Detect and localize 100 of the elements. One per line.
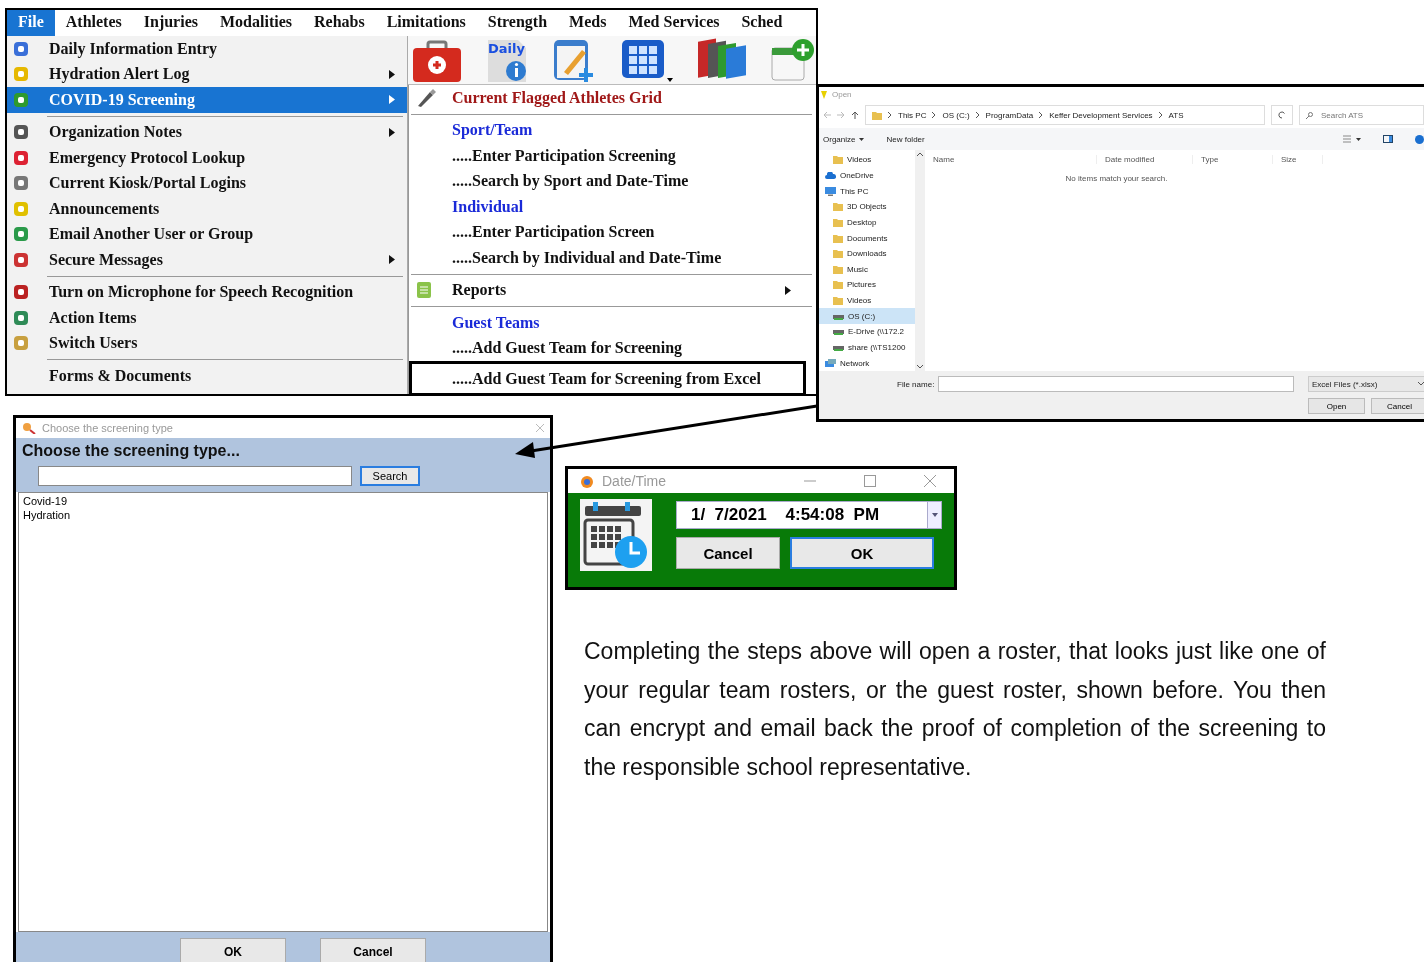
dialog-button[interactable]: OK: [790, 537, 934, 569]
breadcrumb-item[interactable]: ProgramData: [985, 110, 1034, 120]
preview-pane-icon[interactable]: [1383, 135, 1393, 143]
navigation-item[interactable]: Pictures: [819, 277, 915, 293]
search-button[interactable]: Search: [360, 466, 420, 486]
calendar-add-icon[interactable]: [770, 38, 816, 84]
menu-item[interactable]: Current Kiosk/Portal Logins: [7, 170, 407, 196]
scroll-down-icon[interactable]: [917, 365, 923, 369]
menu-bar-item[interactable]: Athletes: [54, 10, 133, 36]
menu-item[interactable]: .....Add Guest Team for Screening: [409, 335, 806, 361]
navigation-item[interactable]: Videos: [819, 292, 915, 309]
menu-item[interactable]: .....Search by Individual and Date-Time: [409, 245, 806, 271]
grid-icon[interactable]: [620, 38, 674, 84]
search-icon: [1306, 111, 1313, 119]
menu-item[interactable]: Current Flagged Athletes Grid: [409, 85, 806, 111]
menu-item[interactable]: Forms & Documents: [7, 363, 407, 389]
column-header[interactable]: Type: [1193, 154, 1273, 164]
network-icon: [825, 359, 836, 368]
menu-bar-item[interactable]: Sched: [730, 10, 794, 36]
dialog-button[interactable]: Cancel: [320, 938, 426, 962]
navigation-item[interactable]: OS (C:): [819, 308, 915, 325]
menu-item[interactable]: Switch Users: [7, 330, 407, 356]
menu-item[interactable]: Individual: [409, 194, 806, 220]
instructions-paragraph: Completing the steps above will open a roster, that looks just like one of your regular team rosters, or the guest roster, shown before. You then can encrypt and email back the proof of completion of the screening to the responsible school representative.: [584, 637, 1326, 782]
dialog-button[interactable]: OK: [180, 938, 286, 962]
menu-item[interactable]: COVID-19 Screening: [7, 87, 407, 113]
menu-bar-item[interactable]: Meds: [558, 10, 618, 36]
menu-item[interactable]: Email Another User or Group: [7, 221, 407, 247]
navigation-item[interactable]: This PC: [819, 183, 915, 199]
navigation-item[interactable]: Desktop: [819, 214, 915, 231]
column-header[interactable]: Date modified: [1097, 154, 1193, 164]
breadcrumb-item[interactable]: OS (C:): [942, 110, 970, 120]
menu-item[interactable]: Organization Notes: [7, 119, 407, 145]
breadcrumb-item[interactable]: This PC: [898, 110, 927, 120]
menu-item[interactable]: Action Items: [7, 305, 407, 331]
magnifier-icon: [22, 422, 36, 434]
navigation-item[interactable]: share (\\TS1200: [819, 339, 915, 356]
menu-item[interactable]: .....Search by Sport and Date-Time: [409, 168, 806, 194]
chevron-icon: [975, 112, 980, 118]
dialog-button[interactable]: Open: [1308, 398, 1365, 414]
back-arrow-icon[interactable]: [823, 111, 831, 119]
menu-bar-item[interactable]: Med Services: [617, 10, 731, 36]
menu-item[interactable]: Sport/Team: [409, 117, 806, 143]
toolbar-button[interactable]: New folder: [886, 134, 925, 144]
navigation-item[interactable]: Documents: [819, 230, 915, 246]
up-arrow-icon[interactable]: [851, 111, 859, 119]
menu-item[interactable]: Daily Information Entry: [7, 36, 407, 62]
maximize-icon[interactable]: [864, 475, 876, 487]
app-icon: [13, 175, 29, 192]
menu-item[interactable]: .....Enter Participation Screening: [409, 143, 806, 169]
navigation-item[interactable]: Network: [819, 355, 915, 371]
navigation-item[interactable]: Videos: [819, 152, 915, 168]
menu-bar-item[interactable]: Rehabs: [303, 10, 376, 36]
menu-bar-item[interactable]: File: [7, 10, 55, 36]
navigation-item[interactable]: 3D Objects: [819, 198, 915, 215]
menu-item[interactable]: .....Add Guest Team for Screening from Excel: [409, 361, 806, 394]
file-type-dropdown[interactable]: Excel Files (*.xlsx): [1308, 376, 1424, 392]
app-icon: [13, 335, 29, 352]
menu-item[interactable]: Secure Messages: [7, 247, 407, 273]
navigation-item[interactable]: Music: [819, 261, 915, 278]
toolbar-button[interactable]: Organize: [823, 134, 865, 144]
column-header[interactable]: Name: [925, 154, 1097, 164]
search-field[interactable]: [38, 466, 352, 486]
dropdown-icon: [931, 513, 938, 517]
breadcrumb-item[interactable]: ATS: [1168, 110, 1184, 120]
refresh-button[interactable]: [1271, 105, 1293, 125]
list-item[interactable]: Hydration: [23, 509, 543, 521]
menu-item[interactable]: Hydration Alert Log: [7, 61, 407, 87]
menu-bar-item[interactable]: Modalities: [209, 10, 303, 36]
menu-bar-item[interactable]: Strength: [476, 10, 559, 36]
forward-arrow-icon[interactable]: [837, 111, 845, 119]
scrollbar[interactable]: [915, 150, 925, 371]
menu-item[interactable]: Reports: [409, 277, 806, 303]
navigation-item[interactable]: OneDrive: [819, 167, 915, 184]
navigation-item[interactable]: E-Drive (\\172.2: [819, 324, 915, 340]
menu-item[interactable]: Turn on Microphone for Speech Recognition: [7, 279, 407, 305]
search-field[interactable]: Search ATS: [1299, 105, 1424, 125]
date-time-field[interactable]: 1/ 7/2021 4:54:08 PM: [676, 501, 942, 529]
close-icon[interactable]: [924, 475, 936, 487]
menu-bar-item[interactable]: Injuries: [132, 10, 209, 36]
dialog-button[interactable]: Cancel: [1371, 398, 1424, 414]
column-header[interactable]: Size: [1273, 154, 1323, 164]
dialog-title: Choose the screening type: [42, 422, 173, 434]
app-icon: [13, 124, 29, 141]
app-icon: [13, 251, 29, 268]
file-name-field[interactable]: [938, 376, 1294, 392]
list-item[interactable]: Covid-19: [23, 495, 543, 507]
breadcrumb-item[interactable]: Keffer Development Services: [1049, 110, 1153, 120]
menu-item[interactable]: Guest Teams: [409, 310, 806, 336]
menu-item[interactable]: Announcements: [7, 196, 407, 222]
menu-item[interactable]: .....Enter Participation Screen: [409, 219, 806, 245]
scroll-up-icon[interactable]: [917, 152, 923, 156]
address-bar[interactable]: This PC OS (C:) ProgramData Keffer Development Services ATS: [865, 105, 1265, 125]
menu-item[interactable]: Emergency Protocol Lookup: [7, 145, 407, 171]
navigation-item[interactable]: Downloads: [819, 245, 915, 262]
dialog-button[interactable]: Cancel: [676, 537, 780, 569]
first-aid-kit-icon[interactable]: [412, 38, 462, 84]
menu-bar-item[interactable]: Limitations: [375, 10, 477, 36]
view-options-icon[interactable]: [1343, 135, 1361, 143]
close-icon[interactable]: [536, 424, 544, 432]
